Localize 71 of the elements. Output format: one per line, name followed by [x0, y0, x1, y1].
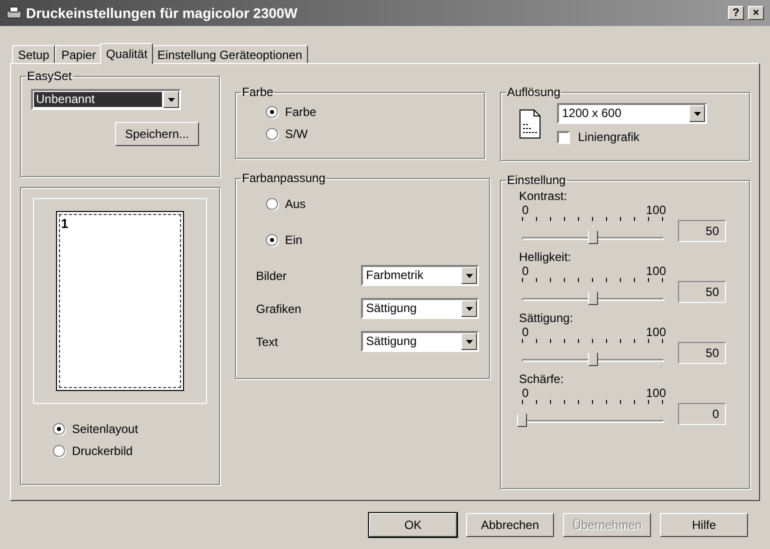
dropdown-button[interactable] [461, 333, 477, 350]
checkbox-label: Liniengrafik [578, 130, 640, 144]
dropdown-arrow-icon [466, 340, 472, 344]
value-field: 50 [678, 342, 726, 364]
save-button[interactable]: Speichern... [115, 122, 199, 146]
field-label: Bilder [256, 268, 288, 282]
radio-label: S/W [285, 127, 308, 141]
radio-button[interactable] [53, 423, 65, 435]
dialog-button[interactable]: Hilfe [660, 513, 748, 537]
slider-thumb[interactable] [588, 287, 598, 305]
radio-button[interactable] [266, 198, 278, 210]
scale-max: 100 [646, 264, 666, 278]
radio-label: Druckerbild [72, 444, 133, 458]
window-title: Druckeinstellungen für magicolor 2300W [26, 5, 299, 21]
tab[interactable]: Qualität [100, 43, 154, 64]
printer-icon [6, 6, 22, 20]
dropdown-button[interactable] [689, 105, 705, 122]
dropdown-button[interactable] [163, 91, 179, 108]
radio-label: Ein [285, 233, 302, 247]
slider-label: Kontrast: [519, 189, 568, 203]
slider-thumb[interactable] [588, 348, 598, 366]
scale-min: 0 [522, 325, 529, 339]
dropdown-arrow-icon [466, 306, 472, 310]
dialog-button[interactable]: OK [369, 513, 457, 537]
radio-button[interactable] [266, 128, 278, 140]
document-icon [519, 109, 541, 139]
slider-label: Schärfe: [519, 372, 564, 386]
dropdown-field[interactable]: 1200 x 600 [557, 103, 707, 124]
slider-thumb[interactable] [588, 226, 598, 244]
dropdown-field[interactable]: Farbmetrik [361, 265, 479, 286]
field-label: Text [256, 334, 280, 348]
field-label: Grafiken [256, 302, 302, 316]
scale-min: 0 [522, 264, 529, 278]
dropdown-arrow-icon [168, 98, 174, 102]
tab[interactable]: Papier [55, 45, 102, 63]
radio-button[interactable] [266, 234, 278, 246]
dropdown-arrow-icon [694, 112, 700, 116]
value-field: 0 [678, 402, 726, 424]
tab[interactable]: Setup [12, 45, 56, 63]
dropdown-field[interactable]: Sättigung [361, 331, 479, 352]
group-title: Farbe [241, 85, 274, 99]
radio-label: Seitenlayout [72, 422, 138, 436]
scale-min: 0 [522, 386, 529, 400]
radio-button[interactable] [266, 106, 278, 118]
radio-label: Aus [285, 197, 306, 211]
scale-min: 0 [522, 203, 529, 217]
dropdown-field[interactable]: Unbenannt [31, 89, 181, 110]
radio-button[interactable] [53, 445, 65, 457]
value-field: 50 [678, 220, 726, 242]
slider-label: Sättigung: [519, 311, 574, 325]
slider-label: Helligkeit: [519, 250, 572, 264]
scale-max: 100 [646, 203, 666, 217]
radio-label: Farbe [285, 105, 316, 119]
dropdown-arrow-icon [466, 274, 472, 278]
value-field: 50 [678, 280, 726, 302]
help-button[interactable]: ? [728, 6, 744, 20]
group-title: Farbanpassung [241, 171, 326, 185]
scale-max: 100 [646, 386, 666, 400]
close-button[interactable]: × [748, 6, 764, 20]
group-title: Einstellung [506, 173, 567, 187]
slider-thumb[interactable] [517, 409, 527, 427]
dropdown-field[interactable]: Sättigung [361, 298, 479, 319]
group-title: EasySet [26, 69, 73, 83]
group-title: Auflösung [506, 85, 562, 99]
page-preview: 1 [56, 211, 184, 391]
tab[interactable]: Einstellung Geräteoptionen [151, 45, 308, 63]
dropdown-button[interactable] [461, 300, 477, 317]
dropdown-button[interactable] [461, 267, 477, 284]
scale-max: 100 [646, 325, 666, 339]
dialog-button[interactable]: Abbrechen [466, 513, 554, 537]
checkbox[interactable] [557, 130, 570, 144]
